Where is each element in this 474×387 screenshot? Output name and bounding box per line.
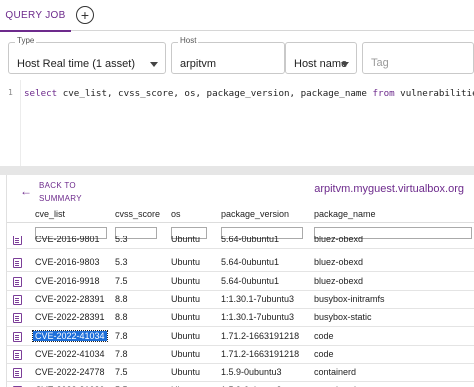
details-icon[interactable]: [13, 331, 22, 342]
cell-cvss-score: 8.8: [115, 293, 128, 304]
keyword-select: select: [24, 88, 58, 99]
details-icon[interactable]: [13, 349, 22, 360]
cell-cvss-score: 8.8: [115, 312, 128, 323]
table-row[interactable]: CVE-2022-24778 7.5 Ubuntu 1.5.9-0ubuntu3 con…: [7, 364, 474, 383]
query-editor[interactable]: 1 select cve_list, cvss_score, os, packa…: [0, 80, 474, 166]
tag-placeholder: Tag: [371, 57, 389, 69]
chevron-down-icon: [341, 62, 349, 67]
cell-package-name: code: [314, 330, 334, 341]
results-panel: ← BACK TO SUMMARY arpitvm.myguest.virtua…: [6, 175, 474, 387]
gutter-divider: [20, 80, 21, 166]
arrow-left-icon[interactable]: ←: [20, 184, 32, 198]
cell-package-version: 1.71.2-1663191218: [221, 348, 300, 359]
keyword-from: from: [372, 88, 395, 99]
cell-package-name: code: [314, 348, 334, 359]
back-label-line1: BACK TO: [39, 181, 76, 190]
cell-package-version: 5.64-0ubuntu1: [221, 275, 280, 286]
cell-cvss-score: 7.5: [115, 275, 128, 286]
cell-os: Ubuntu: [171, 348, 201, 359]
cell-cve: CVE-2022-24778: [35, 367, 105, 378]
cell-package-name: containerd: [314, 367, 357, 378]
panel-separator: [0, 166, 474, 175]
host-title-link[interactable]: arpitvm.myguest.virtualbox.org: [314, 183, 464, 195]
cell-cve: CVE-2022-41034: [32, 329, 108, 342]
column-header-os[interactable]: os: [171, 209, 181, 219]
cell-cvss-score: 5.3: [115, 257, 128, 268]
cell-os: Ubuntu: [171, 312, 201, 323]
type-select[interactable]: Type Host Real time (1 asset): [8, 36, 166, 74]
tag-input[interactable]: Tag: [362, 42, 474, 74]
table-row[interactable]: CVE-2022-28391 8.8 Ubuntu 1:1.30.1-7ubuntu3…: [7, 291, 474, 309]
cell-package-name: busybox-static: [314, 312, 372, 323]
host-label: Host: [178, 36, 199, 45]
cell-cvss-score: 7.8: [115, 348, 128, 359]
details-icon[interactable]: [13, 294, 22, 305]
cell-package-name: busybox-initramfs: [314, 293, 385, 304]
table-row[interactable]: CVE-2022-41034 7.8 Ubuntu 1.71.2-1663191218…: [7, 346, 474, 364]
back-label-line2: SUMMARY: [39, 194, 82, 203]
query-code-line[interactable]: select cve_list, cvss_score, os, package…: [24, 88, 474, 99]
column-header-package-name[interactable]: package_name: [314, 209, 376, 219]
table-row[interactable]: CVE-2022-41034 7.8 Ubuntu 1.71.2-1663191218…: [7, 328, 474, 346]
tab-query-job[interactable]: QUERY JOB: [0, 0, 71, 32]
table-row[interactable]: CVE-2016-9803 5.3 Ubuntu 5.64-0ubuntu1 bluez…: [7, 254, 474, 273]
type-label: Type: [15, 36, 37, 45]
cell-package-version: 1:1.30.1-7ubuntu3: [221, 293, 295, 304]
cell-os: Ubuntu: [171, 293, 201, 304]
details-icon[interactable]: [13, 368, 22, 379]
details-icon[interactable]: [13, 276, 22, 287]
column-header-cvss-score[interactable]: cvss_score: [115, 209, 160, 219]
host-value: arpitvm: [180, 58, 217, 70]
query-table: vulnerabilities: [400, 88, 474, 99]
back-to-summary-button[interactable]: BACK TO SUMMARY: [39, 179, 99, 205]
plus-circle-icon[interactable]: +: [76, 6, 94, 24]
column-header-package-version[interactable]: package_version: [221, 209, 289, 219]
cell-cvss-score: 7.5: [115, 367, 128, 378]
cell-package-version: 1:1.30.1-7ubuntu3: [221, 312, 295, 323]
cell-package-version: 5.64-0ubuntu1: [221, 257, 280, 268]
host-attribute-select[interactable]: Host name: [285, 42, 357, 74]
tab-bar: QUERY JOB +: [0, 0, 474, 32]
cell-cve: CVE-2022-28391: [35, 293, 105, 304]
cell-os: Ubuntu: [171, 257, 201, 268]
query-columns: cve_list, cvss_score, os, package_versio…: [57, 88, 373, 99]
tab-query-job-label: QUERY JOB: [5, 10, 66, 21]
cell-package-name: bluez-obexd: [314, 257, 364, 268]
cell-cve: CVE-2016-9803: [35, 257, 100, 268]
cell-cve: CVE-2016-9918: [35, 275, 100, 286]
details-icon[interactable]: [13, 258, 22, 269]
table-row[interactable]: CVE-2022-28391 8.8 Ubuntu 1:1.30.1-7ubuntu3…: [7, 309, 474, 328]
type-value: Host Real time (1 asset): [17, 58, 135, 70]
cell-cve: CVE-2022-28391: [35, 312, 105, 323]
cell-os: Ubuntu: [171, 367, 201, 378]
cell-os: Ubuntu: [171, 330, 201, 341]
host-attribute-value: Host name: [294, 58, 348, 70]
cell-os: Ubuntu: [171, 275, 201, 286]
details-icon[interactable]: [13, 313, 22, 324]
table-row[interactable]: CVE-2016-9918 7.5 Ubuntu 5.64-0ubuntu1 bluez…: [7, 273, 474, 291]
cell-cvss-score: 7.8: [115, 330, 128, 341]
table-row[interactable]: CVE-2022-310305.5Ubuntu1.5.9-0ubuntu3con…: [7, 382, 474, 387]
line-number: 1: [8, 88, 13, 97]
cell-package-name: bluez-obexd: [314, 275, 364, 286]
active-tab-indicator: [0, 30, 71, 32]
cell-cve: CVE-2022-41034: [35, 348, 105, 359]
details-icon[interactable]: [13, 236, 22, 245]
column-header-cve-list[interactable]: cve_list: [35, 209, 65, 219]
host-input[interactable]: Host arpitvm: [171, 36, 285, 74]
chevron-down-icon: [150, 62, 158, 67]
cell-package-version: 1.71.2-1663191218: [221, 330, 300, 341]
cell-package-version: 1.5.9-0ubuntu3: [221, 367, 282, 378]
header-divider: [7, 222, 474, 223]
results-header: ← BACK TO SUMMARY arpitvm.myguest.virtua…: [7, 175, 474, 205]
